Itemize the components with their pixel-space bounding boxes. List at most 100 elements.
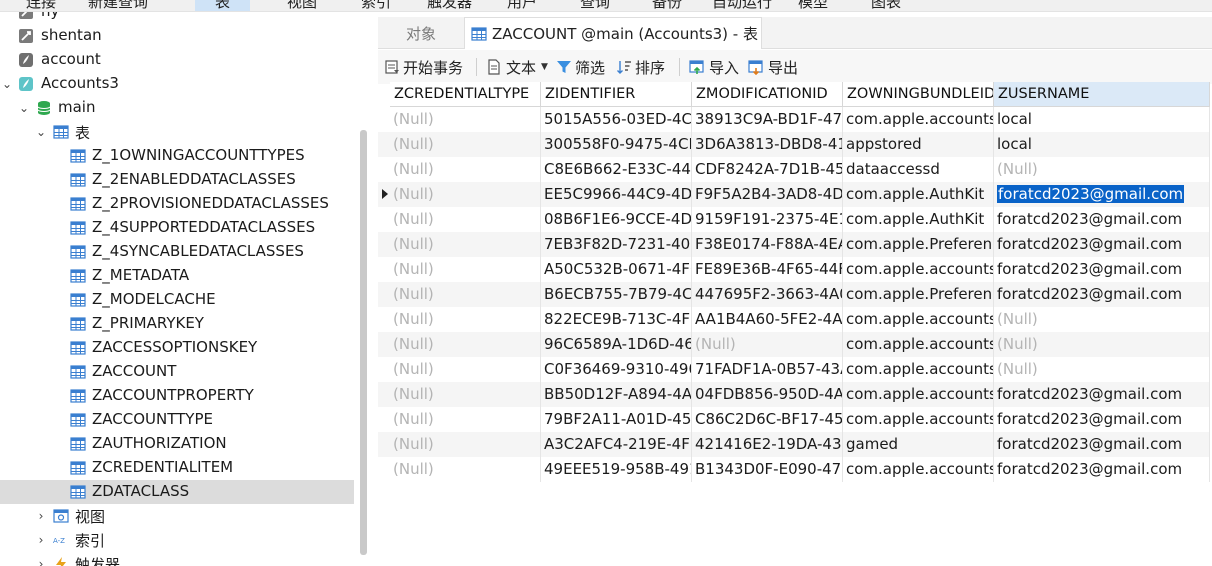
tree-folder-indexes[interactable]: › A-Z 索引: [0, 528, 354, 552]
table-cell[interactable]: foratcd2023@gmail.com: [994, 257, 1210, 282]
table-cell[interactable]: com.apple.Preferences: [843, 282, 994, 307]
tree-folder-triggers[interactable]: › 触发器: [0, 552, 354, 566]
table-cell[interactable]: (Null): [390, 107, 541, 132]
table-cell[interactable]: com.apple.accountsd: [843, 382, 994, 407]
tree-table-item[interactable]: ZACCOUNTPROPERTY: [0, 384, 354, 408]
table-cell[interactable]: com.apple.accountsd: [843, 457, 994, 482]
table-cell[interactable]: foratcd2023@gmail.com: [994, 282, 1210, 307]
table-cell[interactable]: (Null): [692, 332, 843, 357]
tree-table-item[interactable]: Z_2PROVISIONEDDATACLASSES: [0, 192, 354, 216]
tree-table-item[interactable]: Z_METADATA: [0, 264, 354, 288]
chevron-right-icon[interactable]: ›: [36, 510, 46, 522]
table-cell[interactable]: 3D6A3813-DBD8-41: [692, 132, 843, 157]
table-cell[interactable]: 9159F191-2375-4E1: [692, 207, 843, 232]
table-cell[interactable]: 421416E2-19DA-433: [692, 432, 843, 457]
tree-table-item[interactable]: Z_2ENABLEDDATACLASSES: [0, 168, 354, 192]
tree-table-item[interactable]: ZACCOUNTTYPE: [0, 408, 354, 432]
column-header[interactable]: ZUSERNAME: [994, 82, 1210, 107]
tab-objects[interactable]: 对象: [378, 17, 464, 49]
table-cell[interactable]: (Null): [390, 382, 541, 407]
table-cell[interactable]: appstored: [843, 132, 994, 157]
tree-table-item[interactable]: ZCREDENTIALITEM: [0, 456, 354, 480]
chevron-down-icon[interactable]: ⌄: [36, 126, 46, 138]
tree-connection-account[interactable]: account: [0, 48, 354, 72]
table-cell[interactable]: 08B6F1E6-9CCE-4D7: [541, 207, 692, 232]
table-cell[interactable]: (Null): [390, 257, 541, 282]
tree-table-item[interactable]: ZACCOUNT: [0, 360, 354, 384]
table-cell[interactable]: (Null): [390, 432, 541, 457]
table-cell[interactable]: (Null): [994, 157, 1210, 182]
table-cell[interactable]: (Null): [390, 307, 541, 332]
table-cell[interactable]: BB50D12F-A894-4A2: [541, 382, 692, 407]
table-cell[interactable]: com.apple.Preferences: [843, 232, 994, 257]
tree-folder-tables[interactable]: ⌄ 表: [0, 120, 354, 144]
tree-folder-views[interactable]: › 视图: [0, 504, 354, 528]
tree-table-item[interactable]: ZACCESSOPTIONSKEY: [0, 336, 354, 360]
table-cell[interactable]: 04FDB856-950D-4A6: [692, 382, 843, 407]
menu-triggers[interactable]: 触发器: [427, 0, 472, 11]
table-cell[interactable]: foratcd2023@gmail.com: [994, 382, 1210, 407]
table-cell[interactable]: 38913C9A-BD1F-47E: [692, 107, 843, 132]
filter-button[interactable]: 筛选: [556, 56, 605, 78]
menu-tables[interactable]: 表: [195, 0, 251, 11]
tree-table-item-selected[interactable]: ZDATACLASS: [0, 480, 354, 504]
table-cell[interactable]: (Null): [390, 357, 541, 382]
table-cell[interactable]: 71FADF1A-0B57-43A: [692, 357, 843, 382]
chevron-right-icon[interactable]: ›: [36, 534, 46, 546]
table-cell[interactable]: foratcd2023@gmail.com: [994, 182, 1210, 207]
table-cell[interactable]: B1343D0F-E090-47C: [692, 457, 843, 482]
sidebar-scrollbar[interactable]: [360, 130, 367, 555]
text-view-button[interactable]: 文本 ▼: [486, 56, 548, 78]
table-cell[interactable]: 79BF2A11-A01D-454: [541, 407, 692, 432]
column-header[interactable]: ZIDENTIFIER: [541, 82, 692, 107]
tree-connection-accounts3[interactable]: ⌄ Accounts3: [0, 72, 354, 96]
menu-models[interactable]: 模型: [798, 0, 828, 11]
table-cell[interactable]: (Null): [994, 307, 1210, 332]
tree-table-item[interactable]: Z_4SUPPORTEDDATACLASSES: [0, 216, 354, 240]
table-cell[interactable]: F9F5A2B4-3AD8-4D2: [692, 182, 843, 207]
table-cell[interactable]: (Null): [390, 132, 541, 157]
table-cell[interactable]: foratcd2023@gmail.com: [994, 407, 1210, 432]
menu-views[interactable]: 视图: [287, 0, 317, 11]
import-button[interactable]: 导入: [689, 56, 739, 78]
tree-connection-ny[interactable]: ny: [0, 12, 354, 24]
table-cell[interactable]: foratcd2023@gmail.com: [994, 207, 1210, 232]
table-cell[interactable]: com.apple.accounts.: [843, 332, 994, 357]
table-cell[interactable]: (Null): [390, 157, 541, 182]
menu-backup[interactable]: 备份: [652, 0, 682, 11]
menu-charts[interactable]: 图表: [871, 0, 901, 11]
table-cell[interactable]: local: [994, 107, 1210, 132]
table-cell[interactable]: foratcd2023@gmail.com: [994, 432, 1210, 457]
table-cell[interactable]: dataaccessd: [843, 157, 994, 182]
table-cell[interactable]: com.apple.AuthKit: [843, 207, 994, 232]
chevron-right-icon[interactable]: ›: [36, 558, 46, 566]
table-cell[interactable]: com.apple.accounts.: [843, 257, 994, 282]
table-cell[interactable]: (Null): [390, 282, 541, 307]
chevron-down-icon[interactable]: ⌄: [19, 102, 29, 114]
table-cell[interactable]: 5015A556-03ED-4C3: [541, 107, 692, 132]
table-cell[interactable]: (Null): [390, 207, 541, 232]
menu-queries[interactable]: 查询: [580, 0, 610, 11]
table-cell[interactable]: com.apple.accountsd: [843, 107, 994, 132]
menu-automation[interactable]: 自动运行: [712, 0, 772, 11]
table-cell[interactable]: AA1B4A60-5FE2-4AE: [692, 307, 843, 332]
table-cell[interactable]: local: [994, 132, 1210, 157]
tab-zaccount[interactable]: ZACCOUNT @main (Accounts3) - 表: [464, 17, 762, 49]
table-cell[interactable]: (Null): [994, 332, 1210, 357]
tree-table-item[interactable]: Z_MODELCACHE: [0, 288, 354, 312]
table-cell[interactable]: com.apple.AuthKit: [843, 182, 994, 207]
table-cell[interactable]: 7EB3F82D-7231-400: [541, 232, 692, 257]
export-button[interactable]: 导出: [748, 56, 798, 78]
table-cell[interactable]: 300558F0-9475-4CF: [541, 132, 692, 157]
table-cell[interactable]: CDF8242A-7D1B-45: [692, 157, 843, 182]
table-cell[interactable]: (Null): [390, 407, 541, 432]
menu-new-query[interactable]: 新建查询: [88, 0, 148, 11]
tree-connection-shentan[interactable]: shentan: [0, 24, 354, 48]
selected-cell-value[interactable]: foratcd2023@gmail.com: [997, 185, 1185, 203]
table-cell[interactable]: 96C6589A-1D6D-462: [541, 332, 692, 357]
column-header[interactable]: ZOWNINGBUNDLEID: [843, 82, 994, 107]
column-header[interactable]: ZCREDENTIALTYPE: [390, 82, 541, 107]
begin-transaction-button[interactable]: 开始事务: [384, 56, 463, 78]
menu-indexes[interactable]: 索引: [361, 0, 391, 11]
table-cell[interactable]: 447695F2-3663-4A0: [692, 282, 843, 307]
